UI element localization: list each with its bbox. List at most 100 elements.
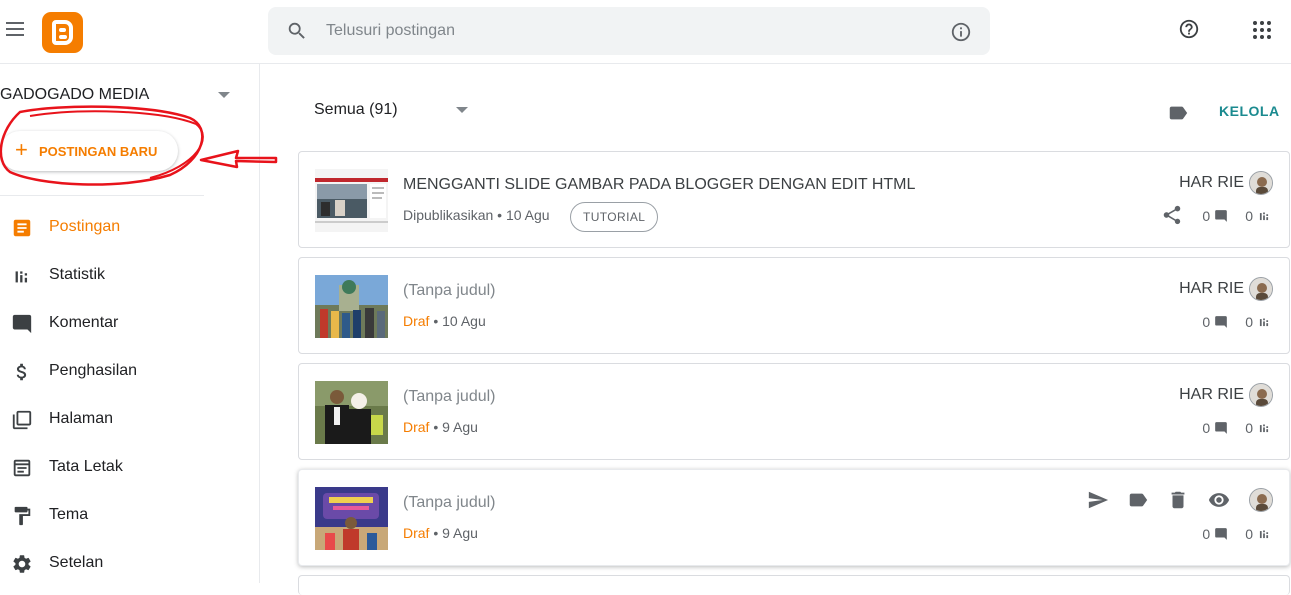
post-meta: Dipublikasikan • 10 Agu [403,207,550,223]
post-item[interactable] [298,575,1290,595]
post-status: Draf [403,313,430,329]
sidebar-item-label: Tata Letak [49,458,123,475]
label-button[interactable] [1127,489,1149,511]
view-count: 0 [1245,208,1253,224]
view-count: 0 [1245,420,1253,436]
search-bar [268,7,990,55]
author-avatar [1249,488,1273,512]
view-count: 0 [1245,314,1253,330]
chevron-down-icon[interactable] [456,107,468,113]
post-label-chip[interactable]: TUTORIAL [570,202,659,232]
comment-icon [12,314,32,334]
post-filter-dropdown[interactable]: Semua (91) [314,101,398,119]
comment-icon [1215,528,1228,540]
sidebar-item-label: Halaman [49,410,114,427]
post-meta: Draf • 9 Agu [403,419,478,435]
plus-icon: + [15,137,28,162]
comment-icon [1215,316,1228,328]
avatar [1249,171,1273,195]
publish-button[interactable] [1087,489,1109,511]
apps-icon[interactable] [1253,21,1271,39]
comment-icon [1215,210,1228,222]
post-stats: 0 0 [1202,418,1271,438]
sidebar-item-posts[interactable]: Postingan [0,203,259,251]
new-post-label: POSTINGAN BARU [39,143,158,159]
manage-button[interactable]: KELOLA [1219,103,1280,119]
avatar [1249,383,1273,407]
layout-icon [13,459,31,477]
sidebar-item-settings[interactable]: Setelan [0,539,259,587]
comment-count: 0 [1202,314,1211,330]
post-title[interactable]: (Tanpa judul) [403,388,496,406]
send-icon [1088,491,1109,509]
stats-icon [15,271,28,283]
post-thumbnail [315,487,388,550]
post-meta: Draf • 9 Agu [403,525,478,541]
author-name: HAR RIE [1179,386,1244,403]
sidebar-item-theme[interactable]: Tema [0,491,259,539]
post-title[interactable]: MENGGANTI SLIDE GAMBAR PADA BLOGGER DENG… [403,176,915,194]
preview-button[interactable] [1207,489,1231,511]
chevron-down-icon[interactable] [218,92,230,98]
label-icon[interactable] [1167,102,1189,124]
delete-button[interactable] [1167,489,1189,511]
trash-icon [1171,491,1185,509]
theme-icon [14,506,31,526]
sidebar-item-label: Setelan [49,554,104,571]
comment-count: 0 [1202,526,1211,542]
sidebar-divider [0,195,204,196]
meta-separator: • [493,207,506,223]
sidebar-item-stats[interactable]: Statistik [0,251,259,299]
post-date: 10 Agu [442,313,486,329]
sidebar: GADOGADO MEDIA + POSTINGAN BARU Postinga… [0,64,260,583]
search-input[interactable] [326,17,926,45]
post-status: Dipublikasikan [403,207,494,223]
post-item[interactable]: (Tanpa judul) Draf • 10 Agu HAR RIE 0 0 [298,257,1290,354]
post-author: HAR RIE [1179,170,1273,196]
post-thumbnail [315,275,388,338]
eye-icon [1208,493,1230,507]
blog-name[interactable]: GADOGADO MEDIA [0,86,149,104]
sidebar-item-label: Tema [49,506,89,523]
comment-count: 0 [1202,208,1211,224]
post-stats: 0 0 [1202,524,1271,544]
post-actions [1069,488,1273,512]
menu-icon[interactable] [6,22,24,36]
avatar [1249,488,1273,512]
post-author: HAR RIE [1179,382,1273,408]
posts-icon [13,219,31,237]
post-item[interactable]: MENGGANTI SLIDE GAMBAR PADA BLOGGER DENG… [298,151,1290,248]
post-title[interactable]: (Tanpa judul) [403,282,496,300]
author-name: HAR RIE [1179,280,1244,297]
post-meta: Draf • 10 Agu [403,313,486,329]
stats-icon [1259,530,1269,539]
sidebar-item-label: Statistik [49,266,106,283]
post-item[interactable]: (Tanpa judul) Draf • 9 Agu 0 0 [298,469,1290,566]
blogger-logo[interactable] [42,12,83,53]
new-post-button[interactable]: + POSTINGAN BARU [0,131,178,171]
settings-icon [13,555,31,573]
label-icon [1129,493,1148,507]
sidebar-item-comments[interactable]: Komentar [0,299,259,347]
sidebar-item-layout[interactable]: Tata Letak [0,443,259,491]
info-icon[interactable] [950,21,972,43]
sidebar-nav: Postingan Statistik Komentar Penghasilan… [0,203,259,587]
post-stats: 0 0 [1202,312,1271,332]
sidebar-item-pages[interactable]: Halaman [0,395,259,443]
help-icon[interactable] [1178,18,1200,40]
sidebar-item-earnings[interactable]: Penghasilan [0,347,259,395]
meta-separator: • [429,313,443,329]
share-icon[interactable] [1161,204,1183,226]
pages-icon [12,410,32,430]
dollar-icon [16,363,27,381]
post-author: HAR RIE [1179,276,1273,302]
search-icon[interactable] [286,20,308,42]
post-thumbnail [315,169,388,232]
post-title[interactable]: (Tanpa judul) [403,494,496,512]
top-bar [0,0,1291,64]
stats-icon [1259,424,1269,433]
post-item[interactable]: (Tanpa judul) Draf • 9 Agu HAR RIE 0 0 [298,363,1290,460]
post-status: Draf [403,525,430,541]
meta-separator: • [429,525,443,541]
sidebar-item-label: Postingan [49,218,121,235]
